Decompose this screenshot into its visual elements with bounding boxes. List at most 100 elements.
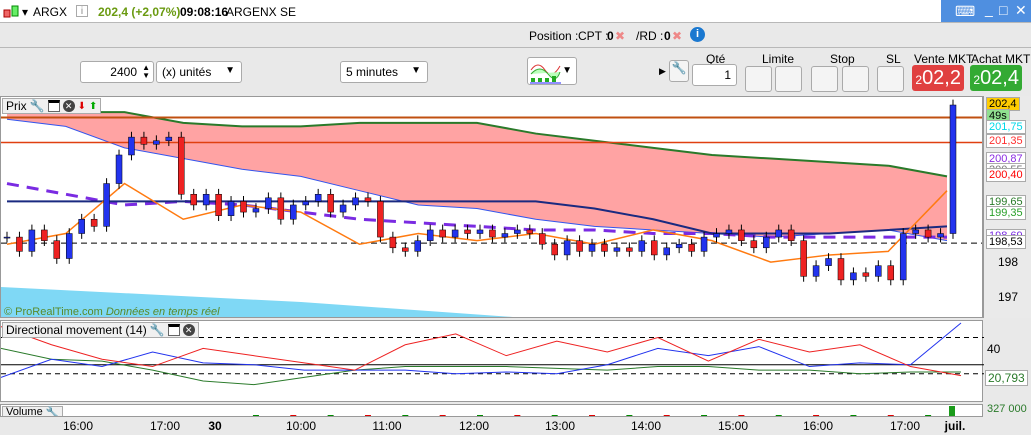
candle xyxy=(800,235,807,282)
units-select[interactable]: (x) unités ▼ xyxy=(156,61,242,83)
time-tick: 16:00 xyxy=(62,419,94,433)
candle xyxy=(750,235,758,254)
wrench-icon[interactable]: 🔧 xyxy=(46,406,60,417)
stop-loss-button[interactable] xyxy=(877,66,904,92)
time-tick: 13:00 xyxy=(544,419,576,433)
info-icon[interactable]: i xyxy=(76,5,88,17)
candle-body xyxy=(115,154,123,184)
price-axis[interactable]: 198 197 202,449s201,75201,35200,87200,55… xyxy=(983,96,1031,318)
candle-body xyxy=(601,243,608,252)
candle-body xyxy=(725,229,733,234)
units-value: (x) unités xyxy=(162,65,212,79)
candle xyxy=(439,224,446,243)
candle xyxy=(215,188,222,222)
watermark-brand: © ProRealTime.com xyxy=(4,306,103,318)
title-bar: ▾ ARGX i 202,4 (+2,07%) 09:08:16 ARGENX … xyxy=(0,0,1031,23)
arrow-down-red-icon[interactable]: ⬇ xyxy=(78,101,86,112)
panel-title: Directional movement (14) xyxy=(6,323,147,337)
dmi-panel-header: Directional movement (14) 🔧 ✕ xyxy=(2,322,199,338)
expand-arrow-icon[interactable]: ▶ xyxy=(659,66,666,77)
price-tag: 201,75 xyxy=(986,120,1026,135)
arrow-up-green-icon[interactable]: ⬆ xyxy=(89,101,97,112)
watermark: © ProRealTime.com Données en temps réel xyxy=(4,306,220,318)
limit-sell-button[interactable] xyxy=(775,66,802,92)
wrench-icon[interactable]: 🔧 xyxy=(30,99,45,113)
candle xyxy=(476,224,484,239)
candle-body xyxy=(277,197,285,220)
candle-body xyxy=(787,229,795,241)
candle-body xyxy=(240,201,247,213)
stop-sell-button[interactable] xyxy=(842,66,869,92)
close-button[interactable]: ✕ xyxy=(1015,2,1027,19)
buy-mkt-label: Achat MKT xyxy=(971,52,1031,66)
rd-label: /RD : xyxy=(636,29,664,43)
chevron-down-icon: ▼ xyxy=(411,65,421,76)
buy-price: 02,4 xyxy=(980,67,1019,89)
candle xyxy=(899,228,907,286)
price-chart[interactable] xyxy=(1,97,983,318)
candle-body xyxy=(178,136,185,195)
candle xyxy=(887,260,895,286)
chevron-down-icon[interactable]: ▼ xyxy=(562,65,572,76)
candle-body xyxy=(16,236,23,252)
candle xyxy=(700,231,708,257)
sell-market-button[interactable]: 202,2 xyxy=(912,65,964,91)
price-chart-panel[interactable]: Prix 🔧 ✕ ⬇ ⬆ © ProRealTime.com Données e… xyxy=(0,96,983,318)
limit-buy-button[interactable] xyxy=(745,66,772,92)
minimize-button[interactable]: _ xyxy=(985,1,993,17)
stepper-arrows-icon[interactable]: ▲ ▼ xyxy=(142,64,150,80)
close-icon[interactable]: ✕ xyxy=(62,100,75,112)
ichimoku-cloud xyxy=(7,112,947,241)
candle-body xyxy=(800,240,807,277)
time-tick: 16:00 xyxy=(802,419,834,433)
candle xyxy=(115,149,123,189)
candle xyxy=(588,238,596,257)
info-icon[interactable]: i xyxy=(690,27,705,42)
candle-body xyxy=(887,265,895,281)
candle xyxy=(551,238,558,261)
limit-label: Limite xyxy=(762,52,795,66)
candle-body xyxy=(314,194,322,202)
candle-body xyxy=(426,229,434,241)
buy-market-button[interactable]: 202,4 xyxy=(970,65,1022,91)
panel-title: Volume xyxy=(6,406,43,417)
candle-body xyxy=(290,204,297,220)
window-icon[interactable] xyxy=(167,324,180,336)
candle xyxy=(675,238,683,254)
volume-chart xyxy=(252,406,955,416)
candle-body xyxy=(78,218,85,234)
candle xyxy=(389,231,397,254)
keyboard-icon[interactable]: ⌨ xyxy=(955,3,975,20)
symbol[interactable]: ARGX xyxy=(33,5,67,19)
time-tick: 12:00 xyxy=(458,419,490,433)
candle xyxy=(178,131,185,200)
rd-value: 0 xyxy=(664,29,671,43)
candle-body xyxy=(190,194,197,206)
candle-body xyxy=(215,194,222,216)
wrench-icon[interactable]: 🔧 xyxy=(150,323,165,337)
timeframe-select[interactable]: 5 minutes ▼ xyxy=(340,61,428,83)
candle-body xyxy=(912,229,919,234)
candle-body xyxy=(812,265,820,277)
volume-panel[interactable]: Volume 🔧 xyxy=(0,404,983,417)
window-icon[interactable] xyxy=(47,100,60,112)
stop-buy-button[interactable] xyxy=(811,66,838,92)
directional-movement-panel[interactable]: Directional movement (14) 🔧 ✕ xyxy=(0,320,984,402)
candle-body xyxy=(41,229,48,241)
symbol-dropdown-arrow[interactable]: ▾ xyxy=(22,5,28,19)
candle xyxy=(65,228,73,264)
indicators-button[interactable]: ▼ xyxy=(527,57,577,85)
qty-input[interactable]: 1 xyxy=(692,64,737,86)
close-position-icon[interactable]: ✖ xyxy=(615,29,625,43)
close-rd-icon[interactable]: ✖ xyxy=(672,29,682,43)
candle-body xyxy=(327,194,334,213)
settings-wrench-button[interactable]: 🔧 xyxy=(669,60,689,82)
candlestick-chart-icon[interactable] xyxy=(3,4,21,19)
close-icon[interactable]: ✕ xyxy=(182,324,195,336)
maximize-button[interactable]: □ xyxy=(999,2,1007,18)
candle xyxy=(688,238,695,257)
watermark-text: Données en temps réel xyxy=(105,306,220,318)
candle-body xyxy=(576,240,583,252)
candle xyxy=(850,267,857,286)
quantity-stepper[interactable]: 2400 ▲ ▼ xyxy=(80,61,154,83)
